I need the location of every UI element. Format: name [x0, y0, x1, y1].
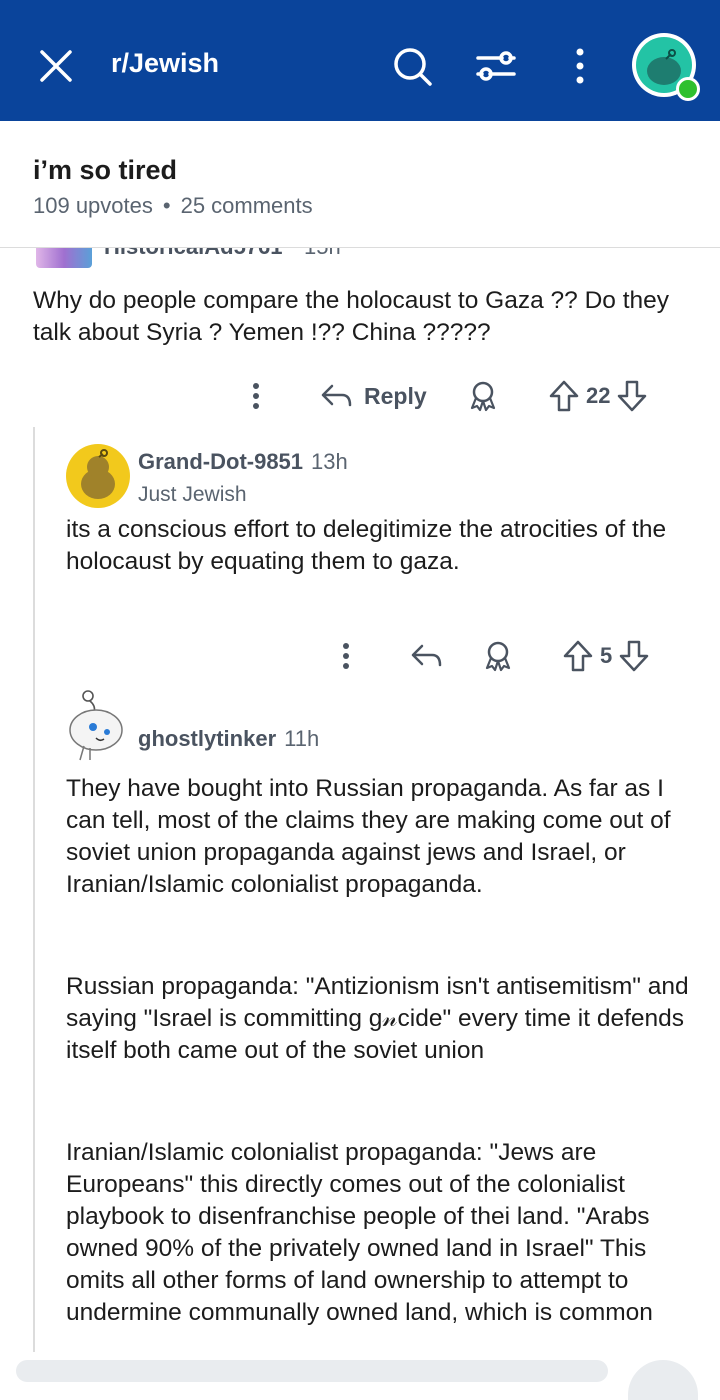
more-options-icon[interactable] [244, 376, 268, 416]
top-app-bar: r/Jewish [0, 0, 720, 121]
comment-body: Why do people compare the holocaust to G… [33, 287, 670, 346]
filter-icon[interactable] [474, 44, 518, 88]
comment-actions: 5 [0, 636, 720, 676]
user-avatar[interactable] [632, 33, 700, 101]
vote-control: 5 [562, 636, 650, 676]
reply-button[interactable]: Reply [320, 376, 427, 416]
comment-count: 25 comments [180, 193, 313, 218]
award-icon[interactable] [466, 376, 500, 416]
comment-header: ghostlytinker 11h [138, 726, 319, 752]
comment-author[interactable]: Grand-Dot-9851 [138, 449, 303, 474]
upvote-icon[interactable] [548, 379, 580, 413]
comment-header: Grand-Dot-9851 13h [138, 449, 348, 475]
more-vertical-icon[interactable] [558, 44, 602, 88]
search-icon[interactable] [390, 44, 434, 88]
bottom-action-button[interactable] [628, 1360, 698, 1400]
comment-paragraph: Russian propaganda: "Antizionism isn't a… [66, 973, 689, 1064]
more-options-icon[interactable] [334, 636, 358, 676]
downvote-icon[interactable] [616, 379, 648, 413]
user-flair: Just Jewish [138, 483, 247, 506]
avatar[interactable] [66, 444, 130, 508]
upvote-count: 109 upvotes [33, 193, 153, 218]
comment-paragraph: Iranian/Islamic colonialist propaganda: … [66, 1139, 653, 1326]
comment-actions: Reply 22 [0, 376, 720, 416]
comment-author[interactable]: ghostlytinker [138, 726, 276, 751]
reply-icon[interactable] [410, 636, 444, 676]
thread-line[interactable] [33, 427, 35, 1352]
meta-separator: • [162, 193, 171, 218]
vote-score: 22 [586, 383, 611, 408]
reply-icon [321, 384, 352, 407]
avatar[interactable] [66, 688, 128, 762]
comment-time: 11h [284, 726, 320, 751]
comment-paragraph: They have bought into Russian propaganda… [66, 775, 671, 898]
vote-control: 22 [548, 376, 648, 416]
add-comment-bar[interactable] [16, 1360, 608, 1382]
comment-body: its a conscious effort to delegitimize t… [66, 516, 667, 575]
online-status-dot [676, 77, 700, 101]
close-icon[interactable] [36, 46, 76, 86]
reply-label: Reply [364, 382, 427, 409]
comment-time: 13h [311, 449, 348, 474]
post-title[interactable]: i’m so tired [33, 155, 177, 186]
upvote-icon[interactable] [562, 639, 594, 673]
post-header: i’m so tired 109 upvotes • 25 comments [0, 121, 720, 248]
vote-score: 5 [600, 643, 613, 668]
subreddit-name[interactable]: r/Jewish [111, 48, 219, 79]
post-meta: 109 upvotes • 25 comments [33, 193, 313, 219]
award-icon[interactable] [481, 636, 515, 676]
downvote-icon[interactable] [618, 639, 650, 673]
